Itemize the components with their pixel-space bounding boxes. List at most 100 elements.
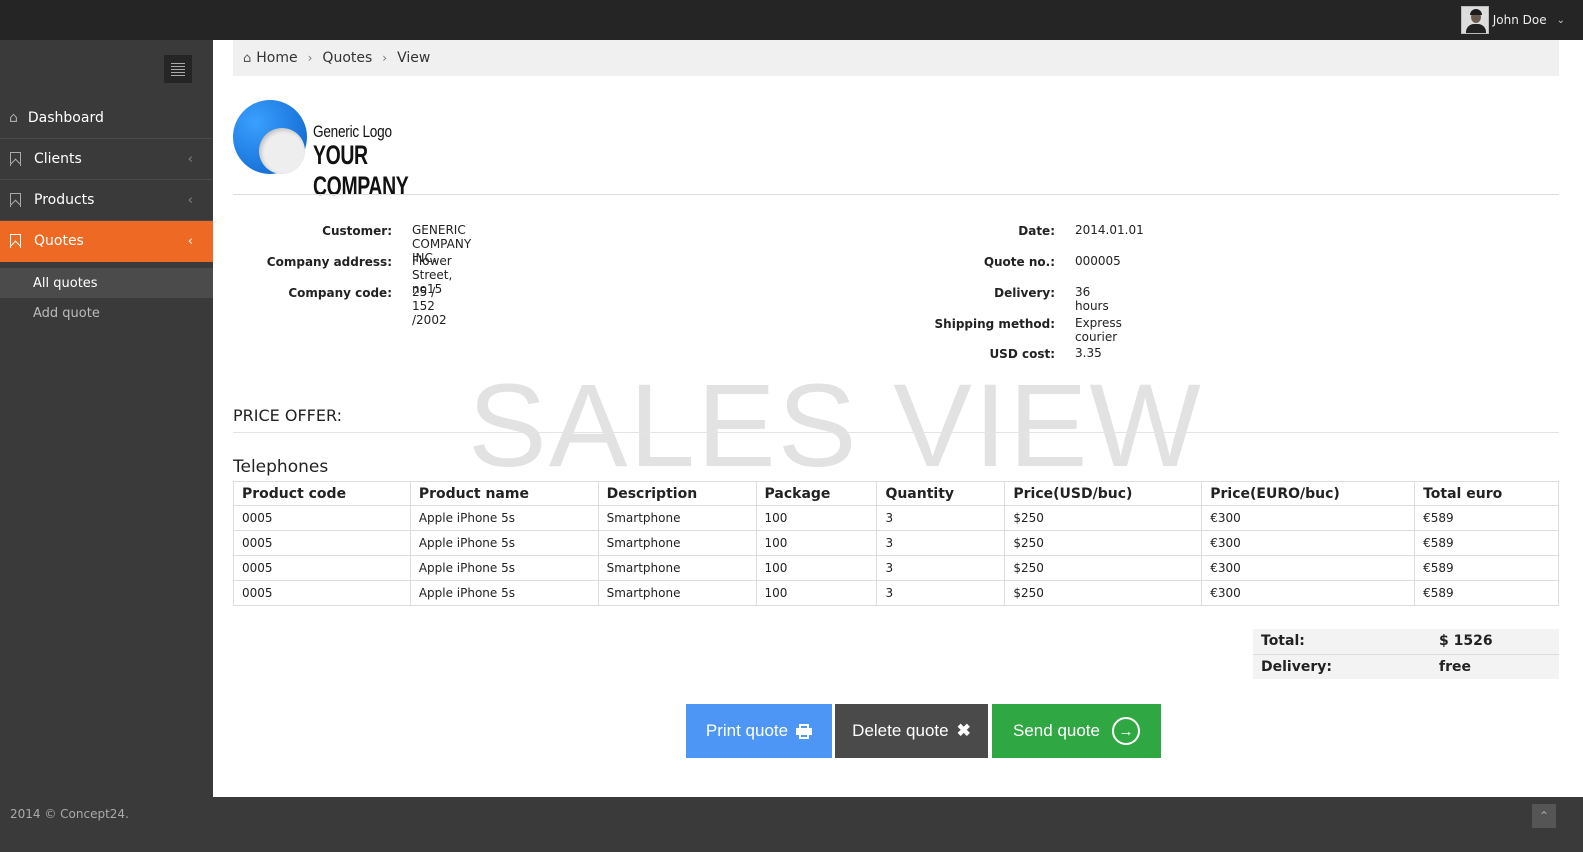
table-row: 0005 Apple iPhone 5s Smartphone 100 3 $2… <box>233 580 1559 606</box>
print-quote-button[interactable]: Print quote <box>686 704 832 758</box>
table-cell: €300 <box>1201 530 1416 556</box>
quotes-submenu: All quotes Add quote <box>0 268 213 328</box>
sales-view-watermark: SALES VIEW <box>468 360 1203 492</box>
delivery-label: Delivery: <box>994 286 1055 300</box>
breadcrumb: ⌂ Home › Quotes › View <box>233 40 1559 76</box>
table-cell: €589 <box>1414 530 1559 556</box>
home-icon: ⌂ <box>9 110 18 126</box>
column-header: Quantity <box>876 481 1006 506</box>
table-cell: Smartphone <box>597 555 757 581</box>
sidebar: ⌂ Dashboard Clients ‹ Products ‹ Quotes … <box>0 40 213 797</box>
scroll-to-top-button[interactable]: ⌃ <box>1532 804 1556 828</box>
sidebar-item-label: Products <box>34 192 95 208</box>
bookmark-icon <box>10 193 21 207</box>
delivery-row: Delivery: free <box>1253 653 1559 679</box>
bookmark-icon <box>10 234 21 248</box>
usd-cost-label: USD cost: <box>989 347 1055 361</box>
table-cell: €589 <box>1414 555 1559 581</box>
table-cell: 0005 <box>233 530 411 556</box>
sidebar-item-clients[interactable]: Clients ‹ <box>0 139 213 180</box>
sidebar-item-label: Dashboard <box>27 110 104 126</box>
sidebar-item-dashboard[interactable]: ⌂ Dashboard <box>0 98 213 139</box>
column-header: Product code <box>233 481 411 506</box>
delivery-total-label: Delivery: <box>1253 653 1431 679</box>
divider <box>233 194 1559 195</box>
arrow-right-circle-icon: → <box>1111 717 1140 745</box>
usd-cost-value: 3.35 <box>1075 346 1102 360</box>
table-cell: 100 <box>755 530 878 556</box>
shipping-method-value: Express courier <box>1075 316 1122 344</box>
shipping-method-label: Shipping method: <box>934 317 1055 331</box>
totals-table: Total: $ 1526 Delivery: free <box>1253 629 1559 679</box>
table-row: 0005 Apple iPhone 5s Smartphone 100 3 $2… <box>233 530 1559 556</box>
table-cell: Apple iPhone 5s <box>409 505 599 531</box>
column-header: Price(USD/buc) <box>1004 481 1203 506</box>
chevron-down-icon: ⌄ <box>1556 14 1565 26</box>
section-title: Telephones <box>233 457 329 477</box>
table-row: 0005 Apple iPhone 5s Smartphone 100 3 $2… <box>233 555 1559 581</box>
table-cell: $250 <box>1004 580 1203 606</box>
column-header: Product name <box>409 481 599 506</box>
sidebar-item-products[interactable]: Products ‹ <box>0 180 213 221</box>
send-quote-button[interactable]: Send quote → <box>992 704 1161 758</box>
divider <box>233 432 1559 433</box>
copyright-text: 2014 © Concept24. <box>10 807 129 821</box>
delete-quote-button[interactable]: Delete quote ✖ <box>835 704 988 758</box>
products-table: Product code Product name Description Pa… <box>233 481 1559 606</box>
table-cell: 3 <box>876 505 1006 531</box>
chevron-left-icon: ‹ <box>187 193 193 208</box>
table-cell: Smartphone <box>597 580 757 606</box>
total-row: Total: $ 1526 <box>1253 629 1559 654</box>
company-code-label: Company code: <box>288 286 392 300</box>
sidebar-subitem-add-quote[interactable]: Add quote <box>0 298 213 328</box>
column-header: Price(EURO/buc) <box>1201 481 1416 506</box>
table-cell: €300 <box>1201 505 1416 531</box>
company-logo: Generic Logo YOUR COMPANY <box>233 100 493 201</box>
table-cell: 0005 <box>233 505 411 531</box>
table-cell: $250 <box>1004 555 1203 581</box>
avatar <box>1460 6 1489 34</box>
date-label: Date: <box>1018 224 1055 238</box>
table-cell: Apple iPhone 5s <box>409 580 599 606</box>
table-cell: 100 <box>755 580 878 606</box>
quote-no-value: 000005 <box>1075 254 1121 268</box>
close-icon: ✖ <box>956 721 971 740</box>
column-header: Package <box>755 481 878 506</box>
footer: 2014 © Concept24. ⌃ <box>0 797 1583 852</box>
customer-label: Customer: <box>322 224 392 238</box>
delivery-value: 36 hours <box>1075 285 1109 313</box>
sidebar-nav: ⌂ Dashboard Clients ‹ Products ‹ Quotes … <box>0 98 213 262</box>
top-bar: John Doe ⌄ <box>0 0 1583 40</box>
sidebar-subitem-all-quotes[interactable]: All quotes <box>0 268 213 298</box>
table-cell: Apple iPhone 5s <box>409 555 599 581</box>
breadcrumb-home[interactable]: Home <box>256 50 297 66</box>
chevron-right-icon: › <box>307 51 313 65</box>
table-cell: 0005 <box>233 580 411 606</box>
table-cell: €589 <box>1414 505 1559 531</box>
table-cell: $250 <box>1004 505 1203 531</box>
table-header-row: Product code Product name Description Pa… <box>233 481 1559 506</box>
table-row: 0005 Apple iPhone 5s Smartphone 100 3 $2… <box>233 505 1559 531</box>
print-quote-label: Print quote <box>705 721 789 740</box>
company-code-value: 25 / 152 /2002 <box>412 285 447 327</box>
user-menu[interactable]: John Doe ⌄ <box>1460 6 1565 34</box>
total-value: $ 1526 <box>1439 633 1493 650</box>
company-address-label: Company address: <box>266 255 392 269</box>
table-cell: 100 <box>755 555 878 581</box>
breadcrumb-current: View <box>397 50 431 66</box>
table-cell: €300 <box>1201 555 1416 581</box>
table-cell: 0005 <box>233 555 411 581</box>
table-cell: 3 <box>876 580 1006 606</box>
date-value: 2014.01.01 <box>1075 223 1144 237</box>
logo-text-line2: YOUR COMPANY <box>313 140 409 201</box>
quote-actions: Print quote Delete quote ✖ Send quote → <box>686 704 1161 758</box>
user-name: John Doe <box>1492 13 1547 27</box>
total-label: Total: <box>1261 633 1305 650</box>
menu-toggle-button[interactable] <box>164 55 192 83</box>
main-content: ⌂ Home › Quotes › View Generic Logo YOUR… <box>213 40 1583 797</box>
column-header: Description <box>597 481 757 506</box>
sidebar-item-quotes[interactable]: Quotes ‹ <box>0 221 213 262</box>
breadcrumb-quotes[interactable]: Quotes <box>322 50 372 66</box>
table-cell: $250 <box>1004 530 1203 556</box>
table-cell: Smartphone <box>597 505 757 531</box>
